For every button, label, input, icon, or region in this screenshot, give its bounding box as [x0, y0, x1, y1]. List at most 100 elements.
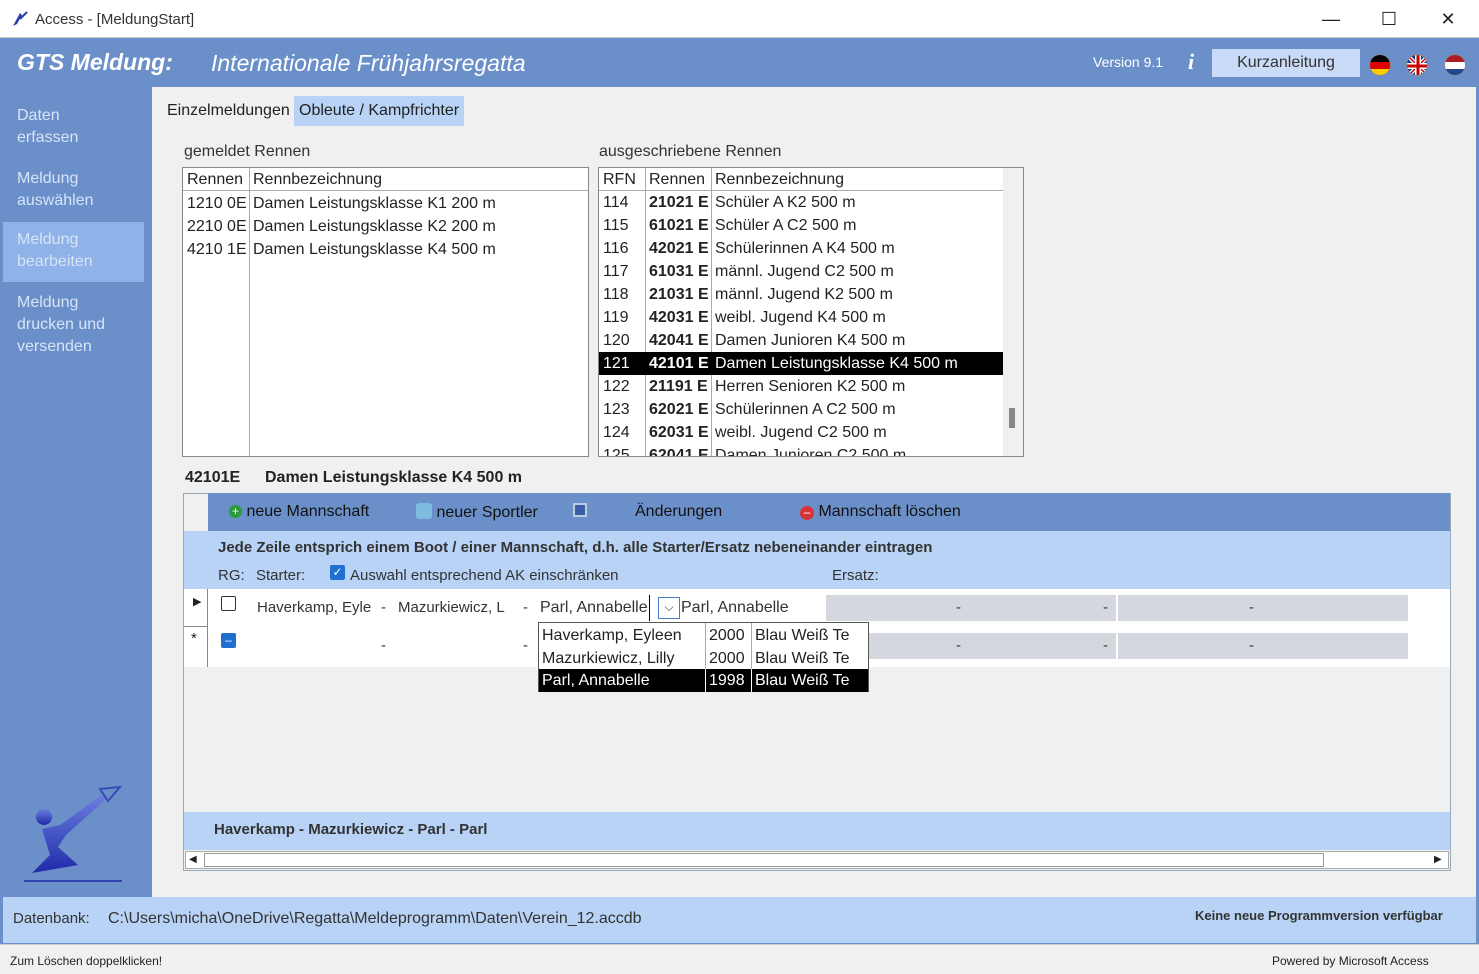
database-bar: Datenbank: C:\Users\micha\OneDrive\Regat… — [3, 897, 1476, 943]
col-header: Rennbezeichnung — [715, 171, 844, 188]
dropdown-option[interactable]: Mazurkiewicz, Lilly 2000 Blau Weiß Te — [539, 647, 868, 670]
nav-label: Meldung — [17, 294, 79, 311]
starter-4-field[interactable]: Parl, Annabelle — [681, 595, 789, 621]
starter-2-field[interactable]: Mazurkiewicz, L — [398, 595, 514, 621]
german-flag-icon[interactable] — [1369, 54, 1391, 76]
dropdown-option-selected[interactable]: Parl, Annabelle 1998 Blau Weiß Te — [539, 669, 868, 692]
nav-meldung-bearbeiten[interactable]: Meldung bearbeiten — [3, 222, 144, 282]
new-ersatz-row — [869, 633, 1408, 659]
status-right: Powered by Microsoft Access — [1272, 954, 1429, 968]
info-bar: Jede Zeile entsprich einem Boot / einer … — [184, 531, 1450, 589]
nav-label: auswählen — [17, 192, 94, 209]
list-item[interactable]: 1210 0E Damen Leistungsklasse K1 200 m — [183, 192, 588, 215]
dash: - — [381, 599, 386, 616]
tab-einzelmeldungen[interactable]: Einzelmeldungen — [162, 96, 295, 126]
info-text: Jede Zeile entsprich einem Boot / einer … — [218, 539, 933, 556]
list-item[interactable]: 125 62041 E Damen Junioren C2 500 m — [599, 444, 1003, 456]
nav-meldung-auswaehlen[interactable]: Meldung auswählen — [3, 168, 144, 218]
col-header: Rennbezeichnung — [253, 171, 382, 188]
list-item[interactable]: 124 62031 Eweibl. Jugend C2 500 m — [599, 421, 1003, 444]
horizontal-scrollbar[interactable]: ◀ ▶ — [185, 851, 1449, 869]
athlete-dropdown[interactable]: Haverkamp, Eyleen 2000 Blau Weiß Te Mazurk… — [538, 622, 869, 692]
list-item[interactable]: 119 42031 Eweibl. Jugend K4 500 m — [599, 306, 1003, 329]
filter-label: Auswahl entsprechend AK einschränken — [350, 567, 619, 584]
access-app-icon — [13, 11, 28, 26]
dash: - — [956, 599, 961, 616]
status-left: Zum Löschen doppelklicken! — [10, 954, 163, 968]
status-bar: Zum Löschen doppelklicken! Powered by Mi… — [0, 944, 1479, 974]
dash: - — [956, 637, 961, 654]
list-item[interactable]: 2210 0E Damen Leistungsklasse K2 200 m — [183, 215, 588, 238]
info-icon[interactable]: i — [1188, 49, 1194, 75]
col-header: Rennen — [187, 171, 244, 188]
list-scrollbar[interactable] — [1003, 168, 1023, 456]
nav-daten-erfassen[interactable]: Daten erfassen — [3, 105, 144, 155]
delete-team-button[interactable]: – Mannschaft löschen — [800, 503, 961, 521]
starter-1-field[interactable]: Haverkamp, Eyle — [257, 595, 373, 621]
current-record-icon[interactable]: ▶ — [193, 595, 201, 608]
dash: - — [381, 637, 386, 654]
dash: - — [1103, 599, 1108, 616]
rg-checkbox-new[interactable]: – — [221, 633, 236, 648]
new-athlete-button[interactable]: neuer Sportler — [416, 503, 538, 522]
summary-bar: Haverkamp - Mazurkiewicz - Parl - Parl — [184, 812, 1450, 850]
rg-checkbox[interactable] — [221, 596, 236, 611]
list-item[interactable]: 114 21021 E Schüler A K2 500 m — [599, 191, 1003, 214]
ausgeschrieben-label: ausgeschriebene Rennen — [599, 143, 782, 160]
nav-label: Meldung — [17, 231, 79, 248]
list-item[interactable]: 122 21191 E Herren Senioren K2 500 m — [599, 375, 1003, 398]
delete-team-label: Mannschaft löschen — [818, 503, 961, 520]
dash: - — [523, 637, 528, 654]
new-record-marker: * — [191, 630, 197, 647]
tab-obleute[interactable]: Obleute / Kampfrichter — [294, 96, 465, 126]
dash: - — [1103, 637, 1108, 654]
kurzanleitung-button[interactable]: Kurzanleitung — [1212, 49, 1360, 77]
dash: - — [1249, 637, 1254, 654]
scroll-right-icon[interactable]: ▶ — [1434, 852, 1442, 868]
list-item[interactable]: 121 42101 E Damen Leistungsklasse K4 500 m — [599, 352, 1003, 375]
dash: - — [523, 599, 528, 616]
gemeldet-list[interactable]: Rennen Rennbezeichnung 1210 0E Damen Leist… — [182, 167, 589, 457]
app-header: GTS Meldung: Internationale Frühjahrsreg… — [3, 39, 1476, 87]
scroll-thumb[interactable] — [204, 853, 1324, 867]
minimize-button[interactable]: — — [1319, 8, 1343, 30]
scroll-left-icon[interactable]: ◀ — [189, 852, 197, 868]
list-item[interactable]: 4210 1E Damen Leistungsklasse K4 500 m — [183, 238, 588, 261]
window-title: Access - [MeldungStart] — [35, 11, 195, 28]
nav-label: bearbeiten — [17, 253, 93, 270]
version-label: Version 9.1 — [1093, 54, 1164, 70]
chevron-down-icon[interactable]: ⌵ — [658, 597, 680, 619]
changes-button[interactable]: Änderungen — [635, 503, 722, 521]
db-label: Datenbank: — [13, 910, 90, 927]
new-team-button[interactable]: + neue Mannschaft — [229, 503, 369, 521]
nav-label: Daten — [17, 107, 60, 124]
col-header: RFN — [603, 171, 636, 188]
dutch-flag-icon[interactable] — [1444, 54, 1466, 76]
app-title: GTS Meldung: — [17, 49, 173, 75]
list-item[interactable]: 118 21031 Emännl. Jugend K2 500 m — [599, 283, 1003, 306]
list-item[interactable]: 120 42041 E Damen Junioren K4 500 m — [599, 329, 1003, 352]
event-title: Internationale Frühjahrsregatta — [211, 50, 526, 76]
dropdown-option[interactable]: Haverkamp, Eyleen 2000 Blau Weiß Te — [539, 624, 868, 647]
nav-label: erfassen — [17, 129, 79, 146]
nav-label: drucken und — [17, 316, 106, 333]
plus-icon: + — [229, 505, 242, 518]
list-item[interactable]: 116 42021 E Schülerinnen A K4 500 m — [599, 237, 1003, 260]
filter-checkbox[interactable]: ✓ — [330, 565, 345, 580]
uk-flag-icon[interactable] — [1406, 54, 1428, 76]
starter-label: Starter: — [256, 567, 306, 584]
race-code: 42101E — [185, 469, 241, 486]
list-item[interactable]: 117 61031 Emännl. Jugend C2 500 m — [599, 260, 1003, 283]
list-item[interactable]: 115 61021 E Schüler A C2 500 m — [599, 214, 1003, 237]
maximize-button[interactable]: ☐ — [1377, 8, 1401, 30]
update-status: Keine neue Programmversion verfügbar — [1195, 908, 1443, 923]
close-button[interactable]: ✕ — [1436, 8, 1460, 30]
new-starter-row[interactable] — [255, 633, 539, 659]
nav-meldung-drucken[interactable]: Meldung drucken und versenden — [3, 292, 144, 362]
ersatz-label: Ersatz: — [832, 567, 879, 584]
save-icon[interactable] — [573, 503, 587, 521]
kayak-logo — [24, 785, 123, 882]
list-item[interactable]: 123 62021 E Schülerinnen A C2 500 m — [599, 398, 1003, 421]
starter-3-field[interactable]: Parl, Annabelle — [540, 595, 650, 621]
ausgeschrieben-list[interactable]: RFN Rennen Rennbezeichnung 114 21021 E Schül… — [598, 167, 1024, 457]
